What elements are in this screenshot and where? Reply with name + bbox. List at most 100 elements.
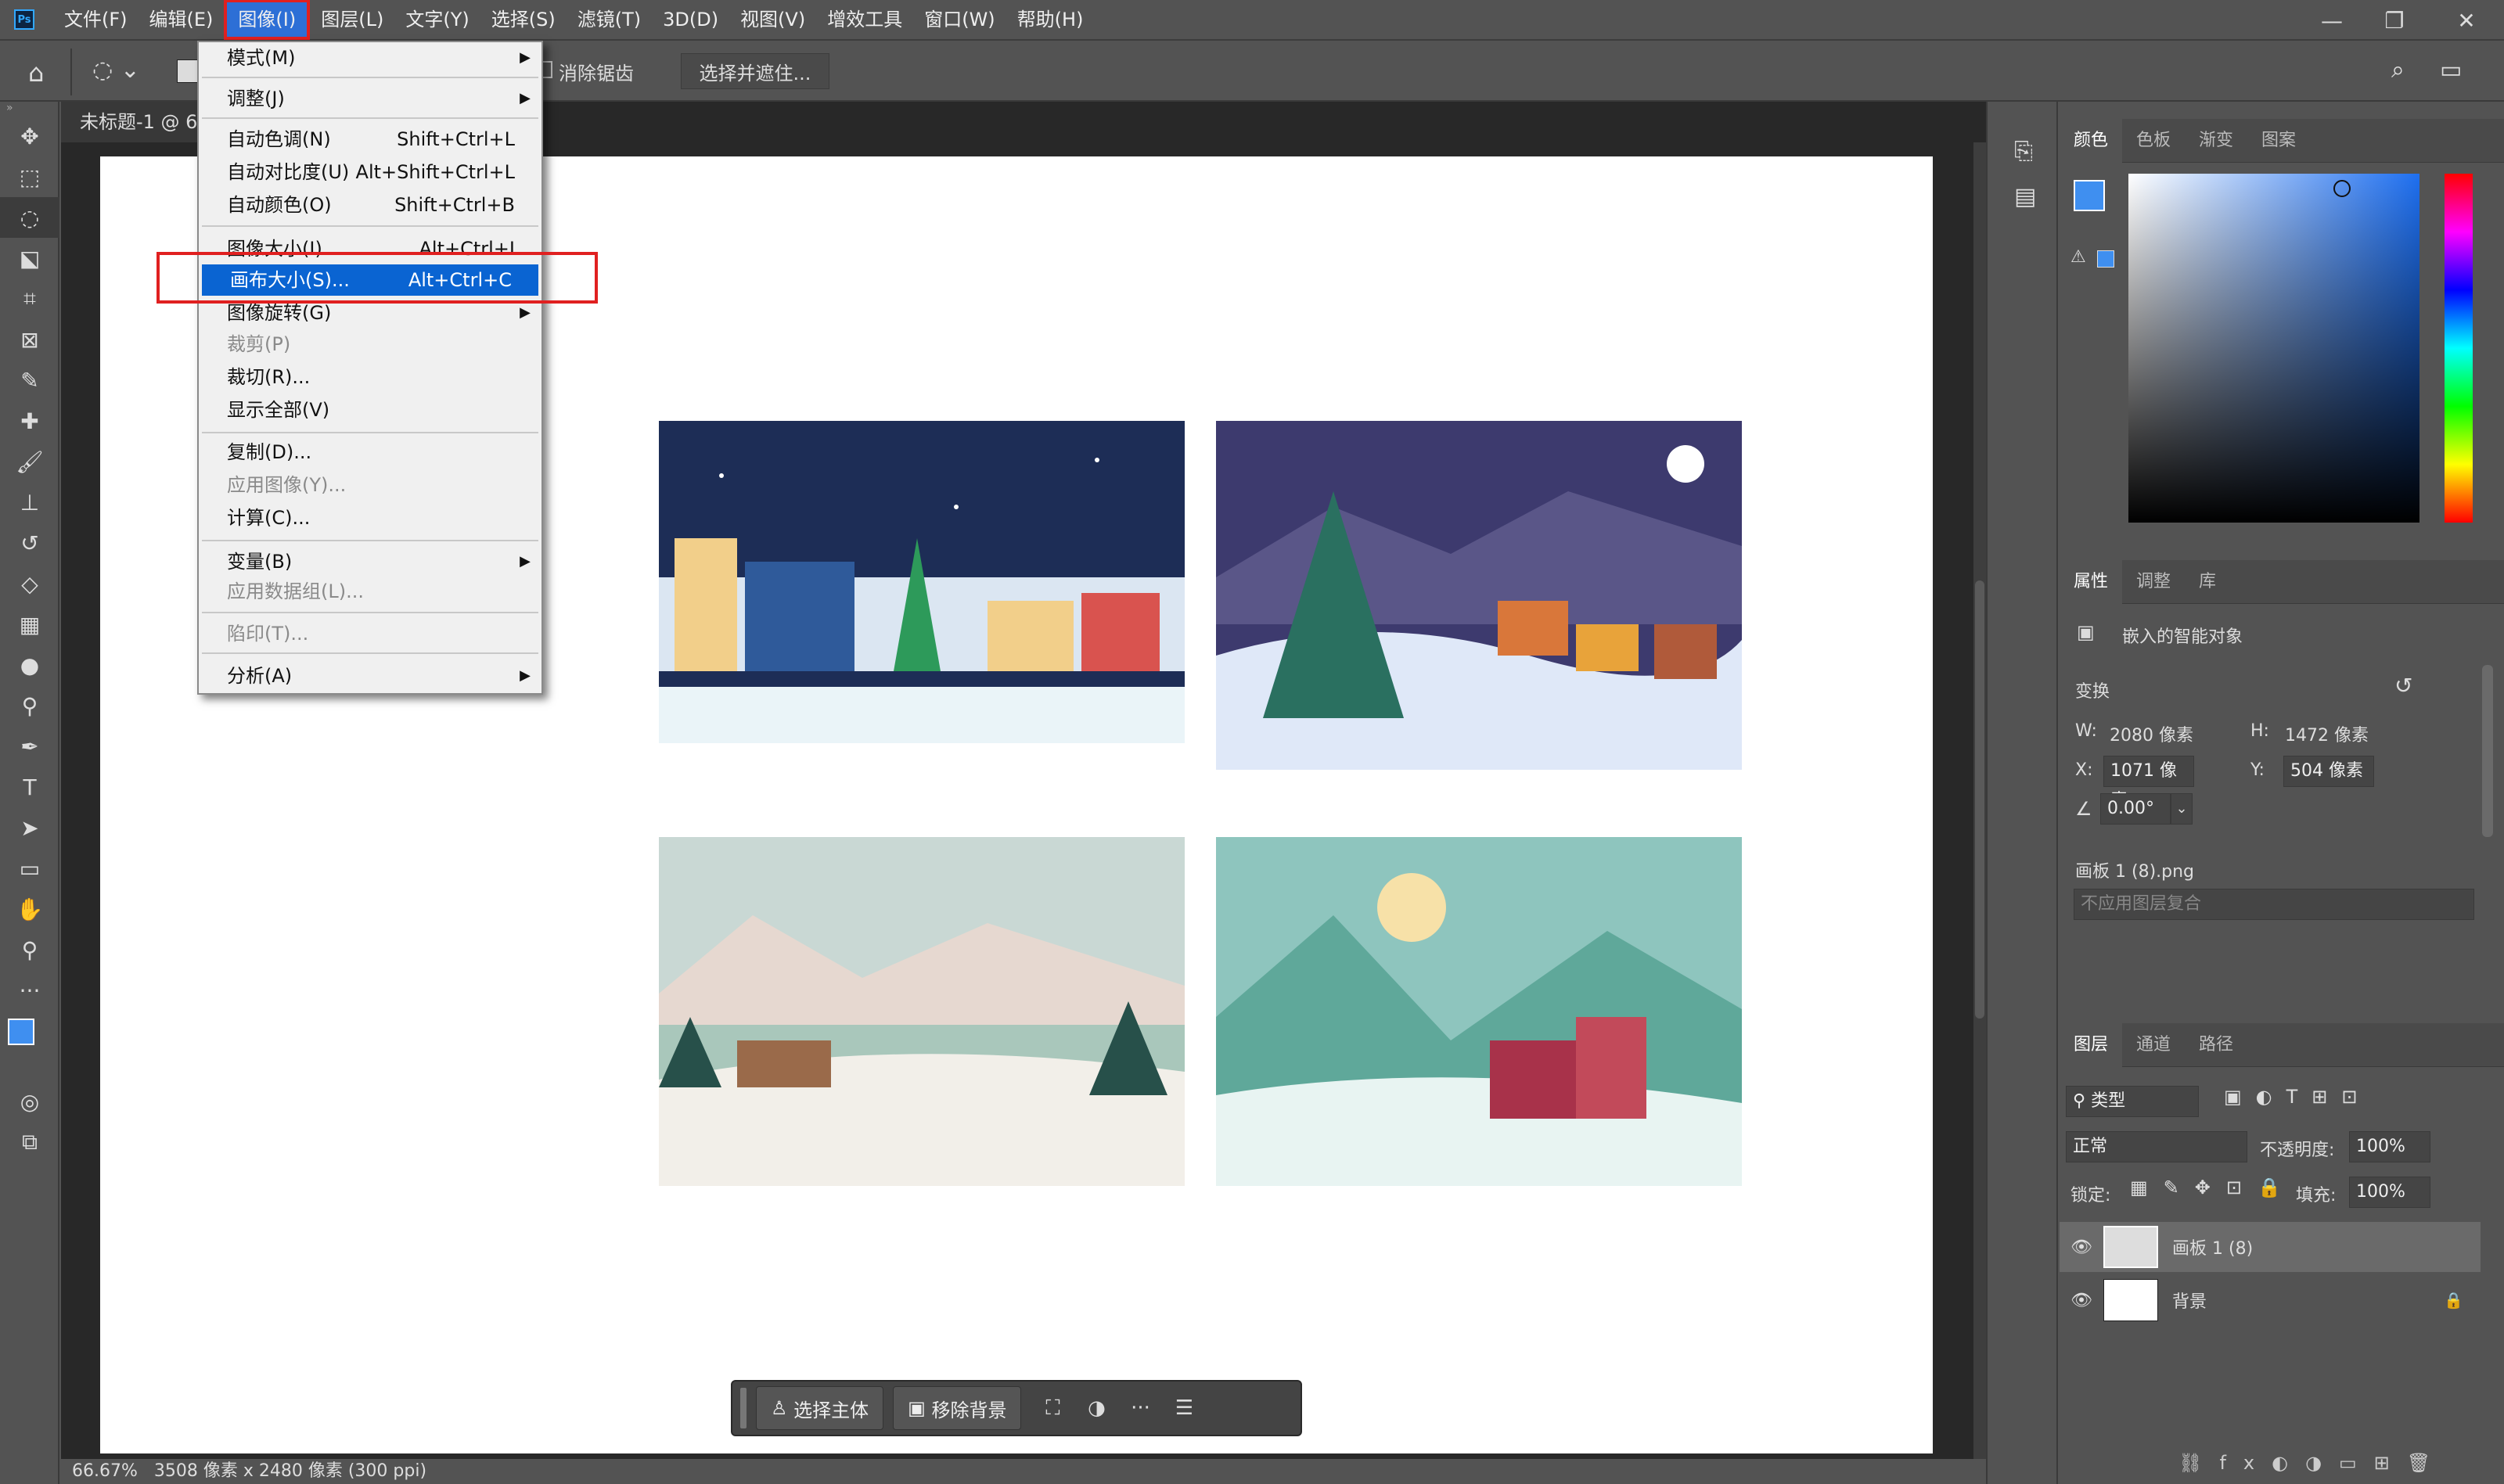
search-icon[interactable]: ⌕ (2391, 56, 2405, 84)
menu-item-auto-color[interactable]: 自动颜色(O) Shift+Ctrl+B (199, 189, 541, 221)
layer-row[interactable]: 👁 背景 🔒 (2060, 1275, 2481, 1325)
y-position-field[interactable]: 504 像素 (2283, 756, 2374, 787)
color-picker-field[interactable] (2128, 174, 2419, 523)
lock-icons[interactable]: ▦✎✥⊡🔒 (2130, 1177, 2297, 1198)
color-picker-cursor[interactable] (2333, 180, 2351, 197)
tab-channels[interactable]: 通道 (2122, 1023, 2185, 1067)
tab-patterns[interactable]: 图案 (2247, 119, 2310, 163)
menu-plugins[interactable]: 增效工具 (816, 0, 913, 40)
menu-window[interactable]: 窗口(W) (913, 0, 1006, 40)
more-tools-icon[interactable]: ··· (0, 970, 59, 1011)
comments-panel-icon[interactable]: ▤ (2014, 183, 2036, 210)
adjust-icon[interactable]: ◑ (1074, 1386, 1118, 1430)
remove-background-button[interactable]: ▣ 移除背景 (893, 1386, 1022, 1430)
rectangle-tool-icon[interactable]: ▭ (0, 848, 59, 889)
web-safe-swatch[interactable] (2097, 250, 2114, 268)
menu-image[interactable]: 图像(I) (224, 0, 311, 40)
healing-tool-icon[interactable]: ✚ (0, 401, 59, 441)
blur-tool-icon[interactable]: ● (0, 645, 59, 685)
type-tool-icon[interactable]: T (0, 767, 59, 807)
history-panel-icon[interactable]: ⎘ (2014, 138, 2033, 165)
blend-mode-select[interactable]: 正常 (2066, 1131, 2247, 1162)
more-options-icon[interactable]: ··· (1118, 1386, 1162, 1430)
tab-paths[interactable]: 路径 (2185, 1023, 2247, 1067)
eyedropper-tool-icon[interactable]: ✎ (0, 360, 59, 401)
menu-view[interactable]: 视图(V) (729, 0, 816, 40)
tab-layers[interactable]: 图层 (2060, 1022, 2123, 1067)
minimize-icon[interactable]: — (2296, 0, 2368, 41)
vertical-scrollbar[interactable] (1973, 142, 1986, 1459)
hand-tool-icon[interactable]: ✋ (0, 889, 59, 929)
drag-handle[interactable] (740, 1388, 747, 1428)
angle-field[interactable]: 0.00° (2100, 793, 2171, 825)
lasso-tool-icon[interactable]: ◌ (0, 197, 59, 238)
screen-mode-icon[interactable]: ⧉ (0, 1122, 59, 1162)
reset-transform-icon[interactable]: ↺ (2394, 673, 2412, 699)
menu-item-variables[interactable]: 变量(B) ▶ (199, 546, 541, 577)
menu-item-trim[interactable]: 裁切(R)... (199, 361, 541, 393)
menu-item-mode[interactable]: 模式(M) ▶ (199, 42, 541, 74)
lasso-preset-icon[interactable]: ◌ ⌄ (92, 56, 140, 84)
eraser-tool-icon[interactable]: ◇ (0, 563, 59, 604)
tab-color[interactable]: 颜色 (2060, 118, 2123, 163)
transform-icon[interactable]: ⛶ (1031, 1386, 1074, 1430)
hue-slider[interactable] (2445, 174, 2473, 523)
layer-actions-icons[interactable]: ⛓fx◐◑▭⊞🗑 (2178, 1452, 2448, 1474)
fill-field[interactable]: 100% (2349, 1177, 2430, 1208)
brush-tool-icon[interactable]: 🖌 (0, 441, 59, 482)
frame-tool-icon[interactable]: ⊠ (0, 319, 59, 360)
home-icon[interactable]: ⌂ (28, 58, 44, 88)
document-tab[interactable]: 未标题-1 @ 66 (61, 102, 218, 142)
menu-item-analysis[interactable]: 分析(A) ▶ (199, 660, 541, 692)
stamp-tool-icon[interactable]: ⊥ (0, 482, 59, 523)
path-select-tool-icon[interactable]: ➤ (0, 807, 59, 848)
gradient-tool-icon[interactable]: ▦ (0, 604, 59, 645)
tab-properties[interactable]: 属性 (2060, 559, 2123, 604)
select-and-mask-button[interactable]: 选择并遮住... (681, 53, 829, 89)
close-icon[interactable]: ✕ (2430, 0, 2502, 41)
tab-adjustments[interactable]: 调整 (2122, 560, 2185, 604)
menu-item-auto-contrast[interactable]: 自动对比度(U) Alt+Shift+Ctrl+L (199, 156, 541, 188)
chevron-down-icon[interactable]: ⌄ (2171, 793, 2193, 825)
tab-libraries[interactable]: 库 (2185, 560, 2230, 604)
foreground-color-swatch[interactable] (2074, 180, 2105, 211)
layer-name[interactable]: 背景 (2172, 1288, 2207, 1313)
zoom-level[interactable]: 66.67% (72, 1461, 138, 1481)
workspace-icon[interactable]: ▭ (2440, 56, 2462, 84)
tab-swatches[interactable]: 色板 (2122, 119, 2185, 163)
menu-edit[interactable]: 编辑(E) (139, 0, 225, 40)
menu-file[interactable]: 文件(F) (53, 0, 139, 40)
move-tool-icon[interactable]: ✥ (0, 116, 59, 156)
menu-item-reveal-all[interactable]: 显示全部(V) (199, 394, 541, 426)
layer-name[interactable]: 画板 1 (8) (2172, 1234, 2253, 1259)
select-subject-button[interactable]: ♙ 选择主体 (756, 1386, 884, 1430)
pen-tool-icon[interactable]: ✒ (0, 726, 59, 767)
crop-tool-icon[interactable]: ⌗ (0, 278, 59, 319)
menu-filter[interactable]: 滤镜(T) (567, 0, 652, 40)
settings-sliders-icon[interactable]: ☰ (1162, 1386, 1206, 1430)
tab-gradients[interactable]: 渐变 (2185, 119, 2247, 163)
zoom-tool-icon[interactable]: ⚲ (0, 929, 59, 970)
filter-icons[interactable]: ▣◐T⊞⊡ (2224, 1086, 2372, 1108)
menu-item-calculations[interactable]: 计算(C)... (199, 502, 541, 534)
visibility-eye-icon[interactable]: 👁 (2060, 1291, 2103, 1310)
collapse-icon[interactable]: » (0, 102, 58, 116)
menu-item-duplicate[interactable]: 复制(D)... (199, 437, 541, 468)
menu-type[interactable]: 文字(Y) (394, 0, 480, 40)
color-swatches[interactable] (0, 1011, 58, 1081)
menu-select[interactable]: 选择(S) (480, 0, 567, 40)
width-value[interactable]: 2080 像素 (2110, 721, 2193, 746)
visibility-eye-icon[interactable]: 👁 (2060, 1238, 2103, 1257)
layer-filter-select[interactable]: ⚲ 类型 (2066, 1086, 2199, 1117)
x-position-field[interactable]: 1071 像素 (2103, 756, 2194, 810)
menu-item-adjustments[interactable]: 调整(J) ▶ (199, 83, 541, 114)
dodge-tool-icon[interactable]: ⚲ (0, 685, 59, 726)
layer-comp-select[interactable]: 不应用图层复合 (2074, 889, 2474, 920)
foreground-color-swatch[interactable] (8, 1019, 34, 1045)
opacity-field[interactable]: 100% (2349, 1131, 2430, 1162)
history-brush-icon[interactable]: ↺ (0, 523, 59, 563)
menu-3d[interactable]: 3D(D) (652, 0, 729, 40)
properties-scrollbar[interactable] (2482, 665, 2493, 837)
height-value[interactable]: 1472 像素 (2285, 721, 2369, 746)
scroll-thumb[interactable] (1975, 580, 1984, 1019)
